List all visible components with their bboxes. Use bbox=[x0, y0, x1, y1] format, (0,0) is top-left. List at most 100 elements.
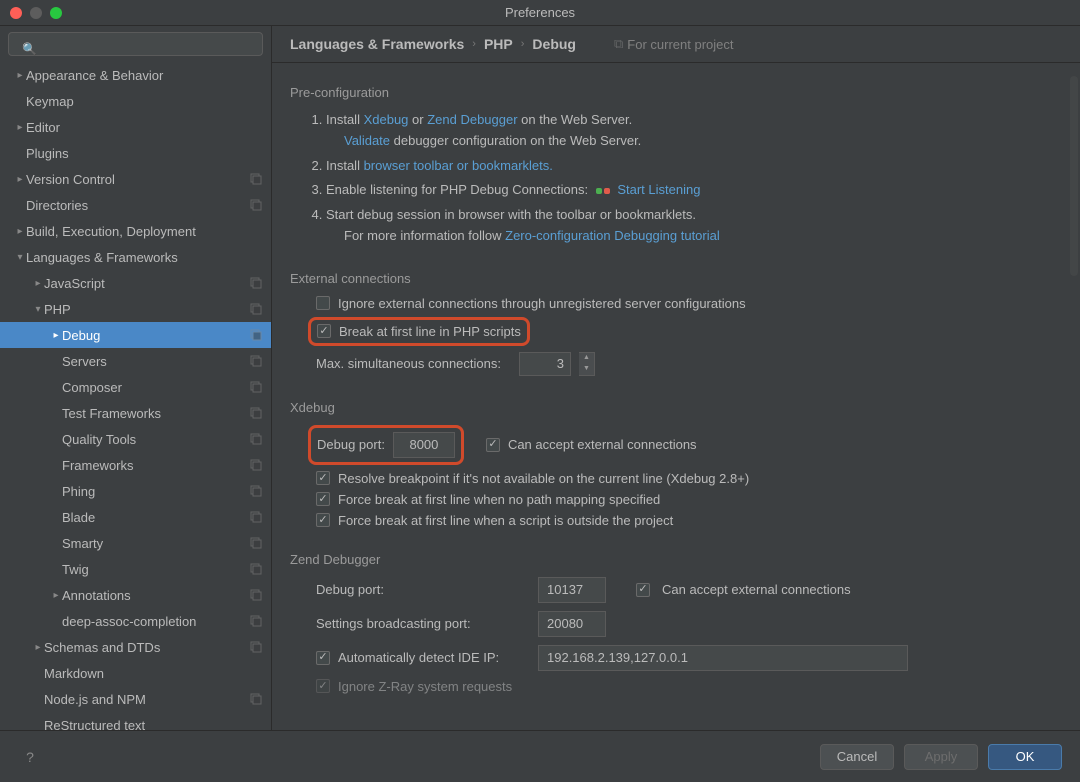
link-start-listening[interactable]: Start Listening bbox=[617, 182, 700, 197]
link-xdebug[interactable]: Xdebug bbox=[364, 112, 409, 127]
input-zend-ip[interactable] bbox=[538, 645, 908, 671]
apply-button[interactable]: Apply bbox=[904, 744, 978, 770]
checkbox-break-first[interactable] bbox=[317, 324, 331, 338]
sidebar-item-servers[interactable]: Servers bbox=[0, 348, 271, 374]
label-max-connections: Max. simultaneous connections: bbox=[316, 356, 501, 371]
copy-icon: ⧉ bbox=[614, 36, 623, 52]
breadcrumb-bar: Languages & Frameworks › PHP › Debug ⧉ F… bbox=[272, 26, 1080, 63]
input-zend-bcast[interactable] bbox=[538, 611, 606, 637]
project-scope-icon bbox=[249, 172, 263, 186]
row-break-first: Break at first line in PHP scripts bbox=[308, 317, 1062, 346]
checkbox-zend-autoip[interactable] bbox=[316, 651, 330, 665]
checkbox-xdebug-force-nopath[interactable] bbox=[316, 492, 330, 506]
sidebar-item-schemas-and-dtds[interactable]: Schemas and DTDs bbox=[0, 634, 271, 660]
sidebar-item-composer[interactable]: Composer bbox=[0, 374, 271, 400]
label-xdebug-force-outside: Force break at first line when a script … bbox=[338, 513, 673, 528]
search-box: 🔍 bbox=[8, 32, 263, 56]
sidebar-item-smarty[interactable]: Smarty bbox=[0, 530, 271, 556]
link-tutorial[interactable]: Zero-configuration Debugging tutorial bbox=[505, 228, 720, 243]
sidebar-item-node-js-and-npm[interactable]: Node.js and NPM bbox=[0, 686, 271, 712]
sidebar-item-deep-assoc-completion[interactable]: deep-assoc-completion bbox=[0, 608, 271, 634]
sidebar-item-version-control[interactable]: Version Control bbox=[0, 166, 271, 192]
highlight-break-first: Break at first line in PHP scripts bbox=[308, 317, 530, 346]
ok-button[interactable]: OK bbox=[988, 744, 1062, 770]
sidebar-item-label: JavaScript bbox=[44, 276, 249, 291]
breadcrumb[interactable]: PHP bbox=[484, 36, 513, 52]
input-zend-port[interactable] bbox=[538, 577, 606, 603]
sidebar-item-label: Phing bbox=[62, 484, 249, 499]
footer: ? Cancel Apply OK bbox=[0, 730, 1080, 782]
sidebar-item-label: Appearance & Behavior bbox=[26, 68, 263, 83]
sidebar-item-javascript[interactable]: JavaScript bbox=[0, 270, 271, 296]
sidebar-item-blade[interactable]: Blade bbox=[0, 504, 271, 530]
chevron-icon bbox=[14, 174, 26, 185]
breadcrumb[interactable]: Languages & Frameworks bbox=[290, 36, 464, 52]
input-max-connections[interactable] bbox=[519, 352, 571, 376]
sidebar-item-twig[interactable]: Twig bbox=[0, 556, 271, 582]
sidebar-item-editor[interactable]: Editor bbox=[0, 114, 271, 140]
sidebar-item-test-frameworks[interactable]: Test Frameworks bbox=[0, 400, 271, 426]
sidebar-item-plugins[interactable]: Plugins bbox=[0, 140, 271, 166]
input-xdebug-port[interactable] bbox=[393, 432, 455, 458]
preconfig-step-2: Install browser toolbar or bookmarklets. bbox=[326, 156, 1062, 177]
sidebar: 🔍 Appearance & Behavior Keymap Editor Plugi… bbox=[0, 26, 272, 730]
sidebar-item-quality-tools[interactable]: Quality Tools bbox=[0, 426, 271, 452]
sidebar-item-label: Quality Tools bbox=[62, 432, 249, 447]
sidebar-item-keymap[interactable]: Keymap bbox=[0, 88, 271, 114]
sidebar-item-debug[interactable]: Debug bbox=[0, 322, 271, 348]
row-zend-zray: Ignore Z-Ray system requests bbox=[316, 679, 1062, 694]
help-button[interactable]: ? bbox=[18, 745, 42, 769]
project-scope-icon bbox=[249, 640, 263, 654]
maximize-window-icon[interactable] bbox=[50, 7, 62, 19]
project-scope-icon bbox=[249, 380, 263, 394]
label-break-first: Break at first line in PHP scripts bbox=[339, 324, 521, 339]
checkbox-zend-zray[interactable] bbox=[316, 679, 330, 693]
checkbox-xdebug-resolve[interactable] bbox=[316, 471, 330, 485]
row-ignore-external: Ignore external connections through unre… bbox=[316, 296, 1062, 311]
sidebar-item-build-execution-deployment[interactable]: Build, Execution, Deployment bbox=[0, 218, 271, 244]
link-bookmarklets[interactable]: browser toolbar or bookmarklets. bbox=[364, 158, 553, 173]
sidebar-item-label: Editor bbox=[26, 120, 263, 135]
label-zend-zray: Ignore Z-Ray system requests bbox=[338, 679, 512, 694]
label-zend-bcast: Settings broadcasting port: bbox=[316, 616, 526, 631]
chevron-icon bbox=[32, 642, 44, 653]
sidebar-item-frameworks[interactable]: Frameworks bbox=[0, 452, 271, 478]
sidebar-item-markdown[interactable]: Markdown bbox=[0, 660, 271, 686]
close-window-icon[interactable] bbox=[10, 7, 22, 19]
stepper-max-connections[interactable]: ▲▼ bbox=[579, 352, 595, 376]
highlight-xdebug-port: Debug port: bbox=[308, 425, 464, 465]
search-input[interactable] bbox=[8, 32, 263, 56]
project-scope-icon bbox=[249, 432, 263, 446]
link-validate[interactable]: Validate bbox=[344, 133, 390, 148]
label-zend-accept: Can accept external connections bbox=[662, 582, 851, 597]
project-scope-icon bbox=[249, 276, 263, 290]
sidebar-item-appearance-behavior[interactable]: Appearance & Behavior bbox=[0, 62, 271, 88]
minimize-window-icon[interactable] bbox=[30, 7, 42, 19]
sidebar-item-languages-frameworks[interactable]: Languages & Frameworks bbox=[0, 244, 271, 270]
checkbox-zend-accept[interactable] bbox=[636, 583, 650, 597]
content: Pre-configuration Install Xdebug or Zend… bbox=[272, 63, 1080, 730]
row-xdebug-port: Debug port: Can accept external connecti… bbox=[308, 425, 1062, 465]
checkbox-ignore-external[interactable] bbox=[316, 296, 330, 310]
label-xdebug-port: Debug port: bbox=[317, 437, 385, 452]
sidebar-item-label: Markdown bbox=[44, 666, 263, 681]
sidebar-item-restructured-text[interactable]: ReStructured text bbox=[0, 712, 271, 730]
sidebar-item-annotations[interactable]: Annotations bbox=[0, 582, 271, 608]
chevron-icon bbox=[14, 226, 26, 237]
search-icon: 🔍 bbox=[22, 42, 37, 56]
sidebar-item-label: Composer bbox=[62, 380, 249, 395]
checkbox-xdebug-force-outside[interactable] bbox=[316, 513, 330, 527]
link-zend-debugger[interactable]: Zend Debugger bbox=[427, 112, 517, 127]
settings-tree: Appearance & Behavior Keymap Editor Plugins… bbox=[0, 62, 271, 730]
checkbox-xdebug-accept[interactable] bbox=[486, 438, 500, 452]
row-xdebug-force-outside: Force break at first line when a script … bbox=[316, 513, 1062, 528]
sidebar-item-label: Test Frameworks bbox=[62, 406, 249, 421]
cancel-button[interactable]: Cancel bbox=[820, 744, 894, 770]
preconfig-step-3: Enable listening for PHP Debug Connectio… bbox=[326, 180, 1062, 201]
project-scope-icon bbox=[249, 198, 263, 212]
sidebar-item-php[interactable]: PHP bbox=[0, 296, 271, 322]
project-scope-icon bbox=[249, 562, 263, 576]
sidebar-item-phing[interactable]: Phing bbox=[0, 478, 271, 504]
sidebar-item-directories[interactable]: Directories bbox=[0, 192, 271, 218]
sidebar-item-label: Twig bbox=[62, 562, 249, 577]
